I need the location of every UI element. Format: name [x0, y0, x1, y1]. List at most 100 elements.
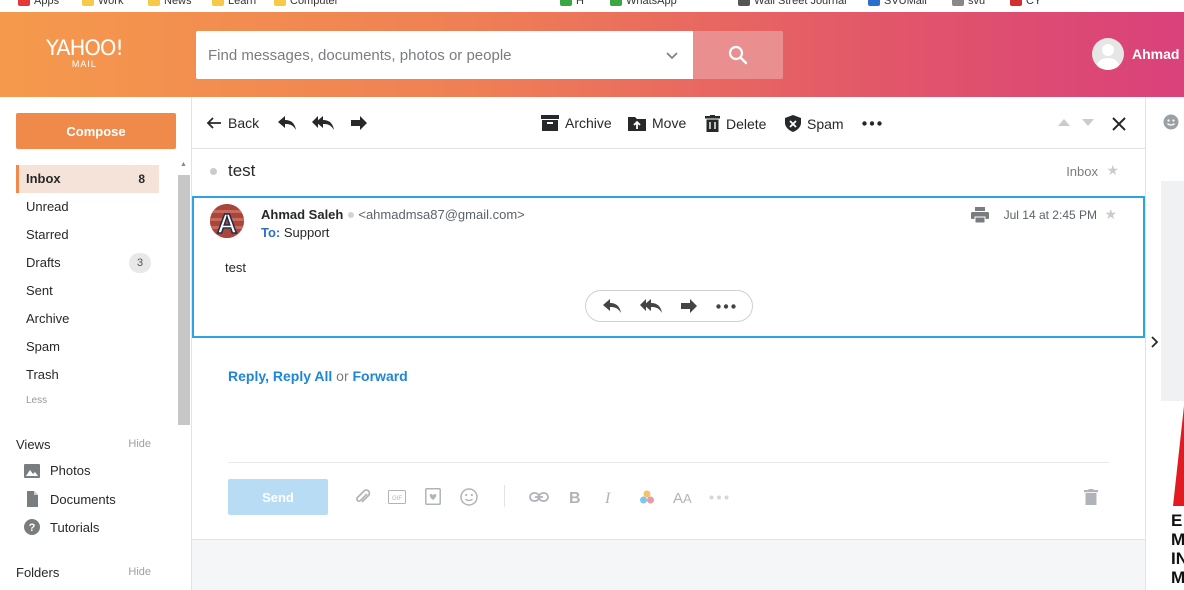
sidebar-scroll-thumb[interactable]	[178, 175, 190, 425]
ad-panel[interactable]: E M IN M	[1161, 181, 1184, 590]
bookmark-label: Apps	[34, 0, 60, 7]
sender-email[interactable]: <ahmadmsa87@gmail.com>	[358, 207, 524, 222]
sidebar-item-starred[interactable]: Starred	[16, 221, 159, 249]
spam-button[interactable]: Spam	[785, 115, 844, 132]
message-star-icon[interactable]: ★	[1104, 206, 1117, 223]
bookmark-label: Work	[98, 0, 124, 7]
reply-all-icon	[312, 116, 334, 130]
quick-reply-links: Reply, Reply All or Forward	[228, 368, 408, 384]
reply-link[interactable]: Reply	[228, 368, 265, 384]
more-actions-button[interactable]	[862, 121, 882, 126]
bookmark-item[interactable]: Learn	[212, 0, 256, 7]
user-menu[interactable]: Ahmad	[1092, 38, 1179, 70]
bookmark-item[interactable]: SVUMail	[868, 0, 927, 7]
svg-text:B: B	[569, 490, 581, 504]
color-palette-icon[interactable]	[639, 489, 655, 505]
bold-icon[interactable]: B	[569, 489, 582, 504]
bookmark-label: News	[164, 0, 192, 7]
attachment-icon[interactable]	[354, 488, 372, 506]
divider	[228, 462, 1109, 463]
star-icon[interactable]: ★	[1106, 162, 1119, 179]
discard-draft-trash-icon[interactable]	[1084, 489, 1098, 505]
link-icon[interactable]	[529, 491, 549, 503]
bookmark-favicon-icon	[212, 0, 224, 6]
bookmark-label: CY	[1026, 0, 1042, 7]
reply-all-button[interactable]	[311, 115, 335, 131]
italic-icon[interactable]: I	[604, 489, 616, 504]
delete-button[interactable]: Delete	[705, 115, 766, 132]
reply-button[interactable]	[277, 115, 297, 131]
previous-message-button[interactable]	[1058, 119, 1070, 126]
gif-icon[interactable]: GIF	[388, 490, 406, 504]
recipient-line: To: Support	[261, 225, 329, 240]
search-input[interactable]	[196, 31, 636, 79]
sidebar-item-sent[interactable]: Sent	[16, 277, 159, 305]
read-status-dot[interactable]	[210, 168, 217, 175]
archive-icon	[541, 115, 559, 131]
sidebar-item-unread[interactable]: Unread	[16, 193, 159, 221]
emoji-icon[interactable]	[460, 488, 478, 506]
bookmark-item[interactable]: Apps	[18, 0, 59, 7]
forward-link[interactable]: Forward	[353, 368, 408, 384]
next-message-button[interactable]	[1082, 119, 1094, 126]
move-button[interactable]: Move	[628, 115, 686, 131]
svg-text:A: A	[683, 491, 692, 504]
search-button[interactable]	[693, 31, 783, 79]
svg-text:?: ?	[29, 522, 36, 534]
bookmark-favicon-icon	[868, 0, 880, 6]
chevron-down-icon[interactable]	[665, 48, 679, 62]
sidebar-item-archive[interactable]: Archive	[16, 305, 159, 333]
left-sidebar: Compose Inbox 8 Unread Starred Drafts 3 …	[0, 97, 192, 590]
sender-name[interactable]: Ahmad Saleh	[261, 207, 343, 222]
sidebar-item-trash[interactable]: Trash	[16, 361, 159, 389]
forward-button[interactable]	[349, 115, 369, 131]
bookmark-favicon-icon	[82, 0, 94, 6]
recipient-name[interactable]: Support	[284, 225, 330, 240]
sidebar-item-spam[interactable]: Spam	[16, 333, 159, 361]
folders-title: Folders	[16, 565, 60, 580]
bookmark-item[interactable]: WhatsApp	[610, 0, 677, 7]
message-folder-label[interactable]: Inbox	[1066, 164, 1098, 179]
yahoo-mail-logo[interactable]: YAHOO! MAIL	[46, 38, 124, 70]
view-item-photos[interactable]: Photos	[24, 463, 90, 478]
view-item-tutorials[interactable]: ? Tutorials	[24, 519, 99, 535]
more-dots-icon[interactable]	[716, 303, 736, 309]
bookmark-item[interactable]: H	[560, 0, 584, 7]
inline-actions-pill	[585, 290, 753, 322]
view-item-documents[interactable]: Documents	[24, 491, 116, 507]
bookmarks-bar: Apps Work News Learn Computer H WhatsApp Wall S…	[0, 0, 1184, 12]
message-card[interactable]: A Ahmad Saleh <ahmadmsa87@gmail.com> To: …	[192, 196, 1145, 338]
archive-button[interactable]: Archive	[541, 115, 612, 131]
print-button[interactable]	[971, 207, 989, 226]
sidebar-item-label: Starred	[26, 227, 69, 242]
search-box	[196, 31, 693, 79]
bookmark-item[interactable]: Computer	[274, 0, 338, 7]
bookmark-item[interactable]: Work	[82, 0, 123, 7]
sidebar-item-drafts[interactable]: Drafts 3	[16, 249, 159, 277]
stationery-icon[interactable]	[425, 488, 441, 505]
reply-all-icon[interactable]	[639, 298, 663, 314]
close-message-button[interactable]	[1111, 116, 1127, 132]
reply-icon[interactable]	[602, 298, 622, 314]
back-button[interactable]: Back	[206, 115, 259, 131]
bookmark-label: Learn	[228, 0, 257, 7]
smiley-icon[interactable]	[1163, 114, 1179, 130]
forward-icon[interactable]	[679, 298, 699, 314]
send-button[interactable]: Send	[228, 479, 328, 515]
to-label: To:	[261, 225, 281, 240]
bookmark-item[interactable]: CY	[1010, 0, 1041, 7]
bookmark-item[interactable]: News	[148, 0, 192, 7]
folders-hide-link[interactable]: Hide	[128, 566, 151, 578]
bookmark-item[interactable]: Wall Street Journal	[738, 0, 847, 7]
chevron-right-icon[interactable]	[1151, 336, 1159, 348]
spam-shield-icon	[785, 115, 801, 132]
more-formatting-icon[interactable]	[709, 495, 729, 500]
reply-all-link[interactable]: Reply All	[273, 368, 332, 384]
font-size-icon[interactable]: AA	[673, 490, 695, 504]
bookmark-item[interactable]: svu	[952, 0, 985, 7]
scroll-up-arrow-icon[interactable]: ▲	[180, 161, 187, 168]
sidebar-item-inbox[interactable]: Inbox 8	[16, 165, 159, 193]
views-hide-link[interactable]: Hide	[128, 438, 151, 450]
less-toggle[interactable]: Less	[16, 389, 159, 413]
compose-button[interactable]: Compose	[16, 113, 176, 149]
